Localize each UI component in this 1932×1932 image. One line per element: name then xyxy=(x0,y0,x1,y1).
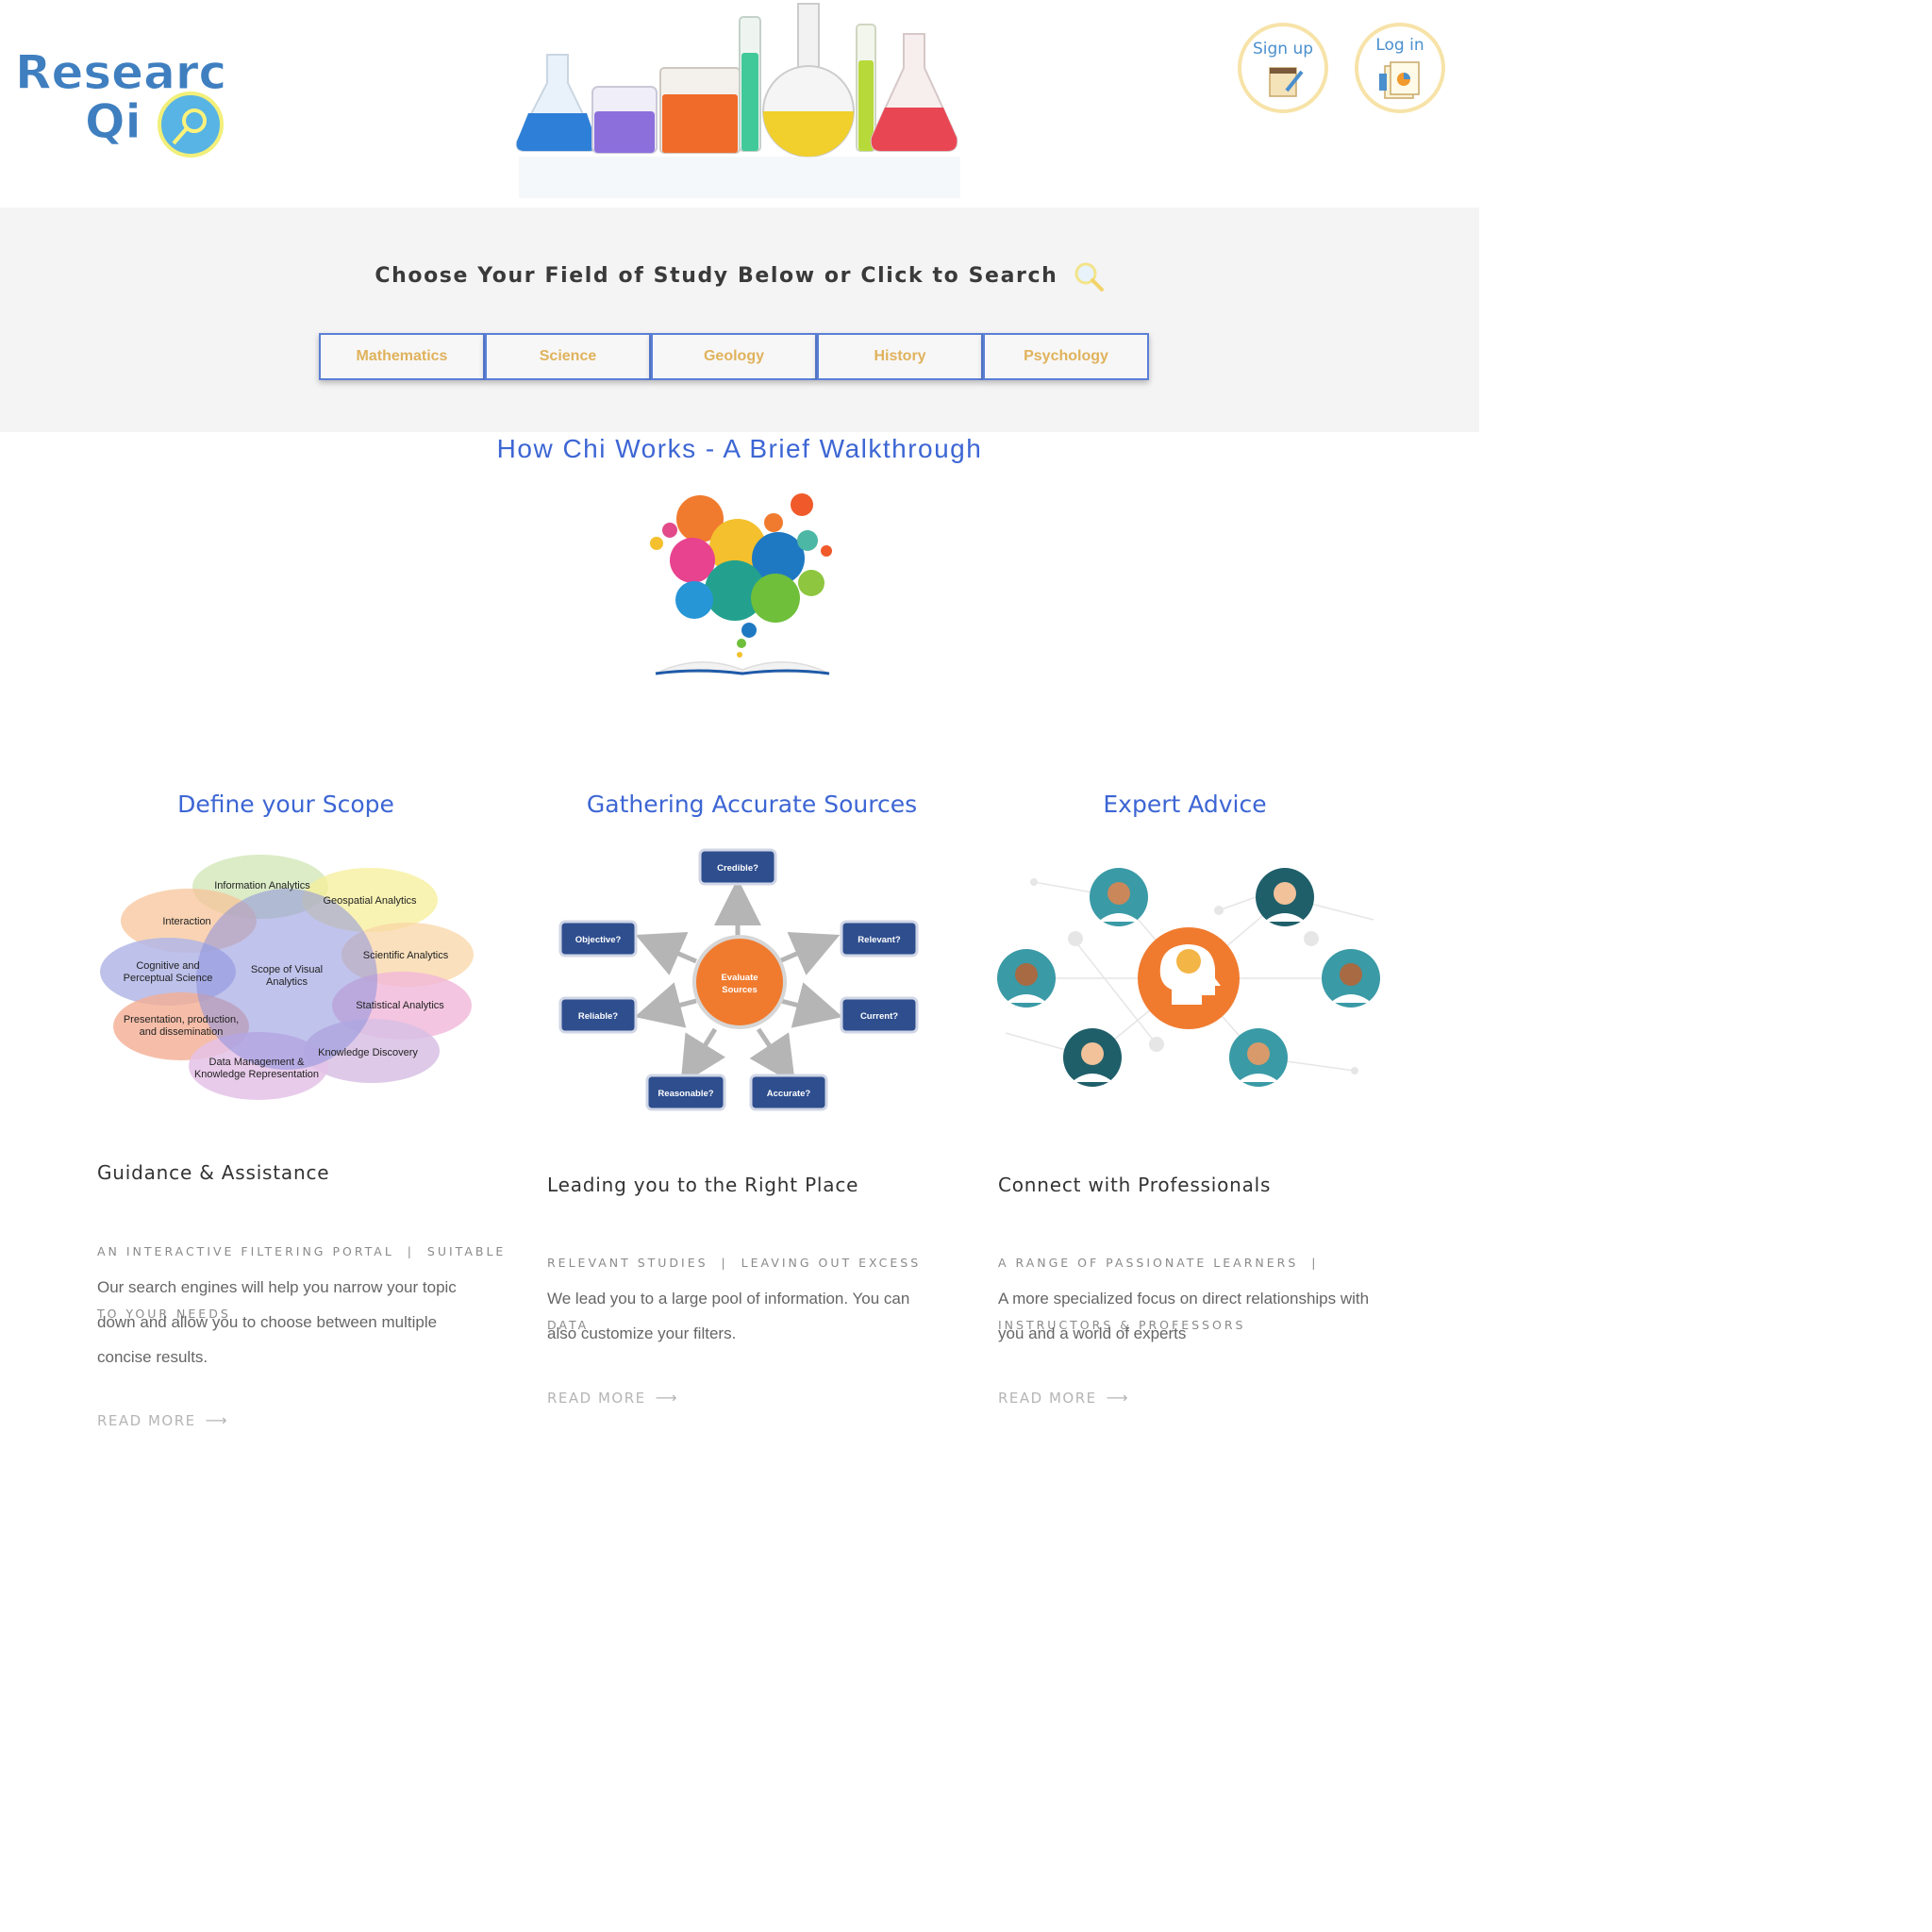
svg-text:Scientific Analytics: Scientific Analytics xyxy=(363,950,449,961)
feature-title-scope[interactable]: Define your Scope xyxy=(97,791,475,818)
svg-text:Perceptual Science: Perceptual Science xyxy=(124,973,213,984)
logo-line1: Research xyxy=(15,45,228,100)
feature-description-right-place: We lead you to a large pool of informati… xyxy=(547,1290,910,1342)
login-button[interactable]: Log in xyxy=(1355,23,1445,113)
svg-text:Evaluate: Evaluate xyxy=(721,973,758,983)
document-chart-icon xyxy=(1379,61,1420,99)
signup-button[interactable]: Sign up xyxy=(1238,23,1328,113)
field-button-science[interactable]: Science xyxy=(485,333,651,380)
field-button-mathematics[interactable]: Mathematics xyxy=(319,333,485,380)
svg-text:Data Management &: Data Management & xyxy=(209,1057,306,1068)
field-button-row: Mathematics Science Geology History Psyc… xyxy=(319,333,1149,380)
cell-icon xyxy=(670,538,715,583)
svg-text:Analytics: Analytics xyxy=(266,976,308,988)
visual-analytics-venn-diagram: Scope of Visual Analytics Information An… xyxy=(98,847,475,1107)
field-button-geology[interactable]: Geology xyxy=(651,333,817,380)
atom-icon xyxy=(798,570,824,596)
svg-text:Reasonable?: Reasonable? xyxy=(658,1089,713,1099)
notepad-pencil-icon xyxy=(1269,67,1304,97)
evaluate-sources-diagram: Evaluate Sources Credible? Objective? Re… xyxy=(549,842,926,1125)
svg-text:Relevant?: Relevant? xyxy=(858,935,901,945)
logo-line2: Qi xyxy=(85,94,142,149)
laptop-icon xyxy=(675,581,713,619)
read-more-link-guidance[interactable]: READ MORE ⟶ xyxy=(97,1411,228,1429)
arrow-right-icon: ⟶ xyxy=(655,1389,679,1407)
sport-icon xyxy=(751,574,800,623)
knowledge-book-illustration xyxy=(641,489,840,682)
feature-heading-professionals: Connect with Professionals xyxy=(998,1174,1272,1196)
svg-text:Current?: Current? xyxy=(860,1011,898,1022)
scissors-icon xyxy=(791,493,813,516)
field-heading[interactable]: Choose Your Field of Study Below or Clic… xyxy=(0,260,1479,292)
expert-network-illustration xyxy=(996,863,1383,1094)
svg-text:Scope of Visual: Scope of Visual xyxy=(251,964,323,975)
read-more-link-right-place[interactable]: READ MORE ⟶ xyxy=(547,1389,678,1407)
feature-heading-guidance: Guidance & Assistance xyxy=(97,1161,330,1184)
svg-text:Knowledge Representation: Knowledge Representation xyxy=(194,1069,319,1080)
search-icon[interactable] xyxy=(1073,260,1105,292)
field-heading-text: Choose Your Field of Study Below or Clic… xyxy=(375,264,1058,288)
magnifier-icon xyxy=(158,92,224,158)
svg-text:Interaction: Interaction xyxy=(162,916,210,927)
walkthrough-title[interactable]: How Chi Works - A Brief Walkthrough xyxy=(0,434,1479,464)
svg-text:Presentation, production,: Presentation, production, xyxy=(124,1014,239,1025)
feature-description-professionals: A more specialized focus on direct relat… xyxy=(998,1290,1370,1342)
feature-description-guidance: Our search engines will help you narrow … xyxy=(97,1278,457,1366)
svg-text:Objective?: Objective? xyxy=(575,935,622,945)
arrow-right-icon: ⟶ xyxy=(205,1411,229,1429)
svg-text:Statistical Analytics: Statistical Analytics xyxy=(356,1000,444,1011)
field-button-psychology[interactable]: Psychology xyxy=(983,333,1149,380)
svg-text:Credible?: Credible? xyxy=(717,863,758,874)
feature-title-sources[interactable]: Gathering Accurate Sources xyxy=(549,791,955,818)
feature-title-expert[interactable]: Expert Advice xyxy=(996,791,1374,818)
research-qi-logo[interactable]: Research Qi xyxy=(15,45,260,160)
svg-text:and dissemination: and dissemination xyxy=(140,1026,224,1038)
svg-text:Sources: Sources xyxy=(722,985,758,995)
login-label: Log in xyxy=(1375,36,1424,55)
svg-text:Knowledge Discovery: Knowledge Discovery xyxy=(318,1047,418,1058)
field-of-study-section xyxy=(0,208,1479,432)
svg-text:Geospatial Analytics: Geospatial Analytics xyxy=(323,895,417,907)
logo-graphic: Research Qi xyxy=(15,45,260,158)
svg-text:Cognitive and: Cognitive and xyxy=(136,960,199,972)
signup-label: Sign up xyxy=(1252,40,1314,58)
svg-text:Reliable?: Reliable? xyxy=(578,1011,618,1022)
arrow-right-icon: ⟶ xyxy=(1106,1389,1130,1407)
read-more-link-professionals[interactable]: READ MORE ⟶ xyxy=(998,1389,1129,1407)
svg-text:Accurate?: Accurate? xyxy=(767,1089,811,1099)
lab-glassware-illustration xyxy=(509,0,972,203)
svg-text:Information Analytics: Information Analytics xyxy=(214,880,310,891)
feature-heading-right-place: Leading you to the Right Place xyxy=(547,1174,859,1196)
field-button-history[interactable]: History xyxy=(817,333,983,380)
dna-icon xyxy=(797,530,818,551)
